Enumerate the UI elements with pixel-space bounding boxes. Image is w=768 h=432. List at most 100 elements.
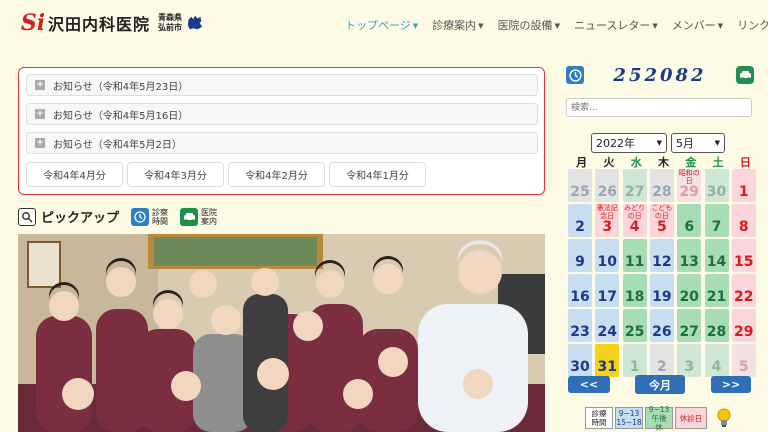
calendar-day-number: 11 xyxy=(624,254,645,270)
calendar-day[interactable]: 16 xyxy=(568,274,592,307)
notice-item[interactable]: + お知らせ（令和4年5月16日） xyxy=(26,103,538,125)
calendar-day[interactable]: 14 xyxy=(704,239,729,272)
calendar-day[interactable]: 2 xyxy=(649,344,674,377)
calendar-day[interactable]: 2 xyxy=(568,204,592,237)
visitor-counter: 252082 xyxy=(613,64,707,86)
archive-button[interactable]: 令和4年3月分 xyxy=(127,162,224,187)
calendar-day-number: 5 xyxy=(738,359,749,375)
calendar-day[interactable]: 9 xyxy=(568,239,592,272)
calendar-day[interactable]: 28 xyxy=(704,309,729,342)
calendar-day[interactable]: 20 xyxy=(677,274,702,307)
calendar-day[interactable]: 6 xyxy=(677,204,702,237)
visitor-counter-row: 252082 xyxy=(566,64,754,86)
logo-city: 弘前市 xyxy=(158,23,183,32)
calendar-day[interactable]: 23 xyxy=(568,309,592,342)
calendar-day[interactable]: 11 xyxy=(622,239,647,272)
next-month-button[interactable]: >> xyxy=(711,376,751,393)
weekday-label: 火 xyxy=(603,156,615,169)
calendar-day[interactable]: 27 xyxy=(677,309,702,342)
nav-item[interactable]: トップページ ▼ xyxy=(338,17,425,33)
calendar-day[interactable]: 28 xyxy=(649,169,674,202)
nav-item-label: 診療案内 xyxy=(432,19,477,32)
calendar-day[interactable]: 4 xyxy=(704,344,729,377)
calendar-day[interactable]: 25 xyxy=(622,309,647,342)
calendar-day[interactable]: 26 xyxy=(649,309,674,342)
main-nav: トップページ▼診療案内▼医院の設備▼ニュースレター▼メンバー▼リンク集 xyxy=(338,17,768,33)
calendar-day-number: 2 xyxy=(657,359,667,375)
quick-link-guide[interactable]: 医院 案内 xyxy=(180,207,217,226)
nav-item[interactable]: リンク集 xyxy=(730,17,768,33)
calendar-day[interactable]: 30 xyxy=(568,344,592,377)
aomori-map-icon xyxy=(187,15,203,30)
archive-button[interactable]: 令和4年1月分 xyxy=(329,162,426,187)
search-input[interactable] xyxy=(566,98,752,117)
calendar-day[interactable]: 19 xyxy=(649,274,674,307)
calendar-day[interactable]: 24 xyxy=(595,309,620,342)
calendar-day[interactable]: みどりの日 4 xyxy=(622,204,647,237)
nav-item[interactable]: ニュースレター ▼ xyxy=(567,17,665,33)
calendar-day-number: 8 xyxy=(738,219,749,235)
quick-link-label: 診察 時間 xyxy=(152,208,168,226)
archive-button[interactable]: 令和4年2月分 xyxy=(228,162,325,187)
calendar-day-number: 20 xyxy=(679,289,699,305)
calendar-day[interactable]: 31 xyxy=(595,344,620,377)
legend-text-line: 時間 xyxy=(591,418,607,427)
calendar-day[interactable]: 憲法記念日 3 xyxy=(595,204,620,237)
calendar-day-number: 1 xyxy=(629,359,640,375)
calendar-day[interactable]: こどもの日 5 xyxy=(649,204,674,237)
lightbulb-icon[interactable] xyxy=(715,407,733,429)
calendar-day-number: 4 xyxy=(711,359,722,375)
calendar-day[interactable]: 22 xyxy=(731,274,756,307)
notice-item[interactable]: + お知らせ（令和4年5月2日） xyxy=(26,132,538,154)
calendar-day[interactable]: 17 xyxy=(595,274,620,307)
nav-item-label: 医院の設備 xyxy=(497,19,553,32)
legend-text: 9~13 午後休 xyxy=(648,405,670,432)
magnifier-icon xyxy=(18,207,36,226)
current-month-button[interactable]: 今月 xyxy=(635,375,685,394)
calendar-day-number: 23 xyxy=(570,324,590,340)
calendar-day-number: 29 xyxy=(734,324,754,340)
nav-item[interactable]: メンバー ▼ xyxy=(665,17,730,33)
month-select[interactable]: 5月 ▼ xyxy=(671,133,725,153)
calendar-day-number: 26 xyxy=(652,324,672,340)
calendar-day-number: 21 xyxy=(706,289,727,305)
calendar-day[interactable]: 昭和の日 29 xyxy=(677,169,702,202)
year-select[interactable]: 2022年 ▼ xyxy=(591,133,667,153)
calendar-day-number: 30 xyxy=(706,184,727,200)
calendar-day[interactable]: 18 xyxy=(622,274,647,307)
calendar-day[interactable]: 7 xyxy=(704,204,729,237)
site-logo[interactable]: Si 沢田内科医院 青森県 弘前市 xyxy=(20,10,204,36)
calendar-day[interactable]: 15 xyxy=(731,239,756,272)
expand-plus-icon: + xyxy=(35,80,45,90)
calendar-day[interactable]: 27 xyxy=(622,169,647,202)
prev-month-button[interactable]: << xyxy=(568,376,610,393)
calendar-day[interactable]: 26 xyxy=(595,169,620,202)
calendar-day[interactable]: 5 xyxy=(731,344,756,377)
calendar-day-number: 24 xyxy=(597,324,618,340)
calendar-day[interactable]: 13 xyxy=(677,239,702,272)
calendar-day[interactable]: 3 xyxy=(677,344,702,377)
clock-icon xyxy=(131,207,150,226)
calendar-day[interactable]: 30 xyxy=(704,169,729,202)
calendar-day[interactable]: 21 xyxy=(704,274,729,307)
calendar-day[interactable]: 29 xyxy=(731,309,756,342)
calendar-day[interactable]: 1 xyxy=(622,344,647,377)
legend-item: 診療 時間 xyxy=(585,407,613,429)
calendar-day[interactable]: 12 xyxy=(649,239,674,272)
notice-item[interactable]: + お知らせ（令和4年5月23日） xyxy=(26,74,538,96)
logo-prefecture: 青森県 xyxy=(158,13,183,22)
calendar-day[interactable]: 25 xyxy=(568,169,592,202)
notice-panel: + お知らせ（令和4年5月23日） + お知らせ（令和4年5月16日） + お知… xyxy=(18,67,545,195)
holiday-note: 憲法記念日 xyxy=(596,204,618,220)
quick-link-hours[interactable]: 診察 時間 xyxy=(131,207,168,226)
weekday-label: 金 xyxy=(685,156,697,169)
legend-text-line: 午後休 xyxy=(651,413,667,432)
nav-item[interactable]: 医院の設備 ▼ xyxy=(491,17,567,33)
archive-button[interactable]: 令和4年4月分 xyxy=(26,162,123,187)
caret-down-icon: ▼ xyxy=(412,22,419,30)
calendar-day[interactable]: 1 xyxy=(731,169,756,202)
calendar-day[interactable]: 8 xyxy=(731,204,756,237)
car-icon[interactable] xyxy=(736,66,754,84)
calendar-day[interactable]: 10 xyxy=(595,239,620,272)
nav-item[interactable]: 診療案内 ▼ xyxy=(425,17,490,33)
